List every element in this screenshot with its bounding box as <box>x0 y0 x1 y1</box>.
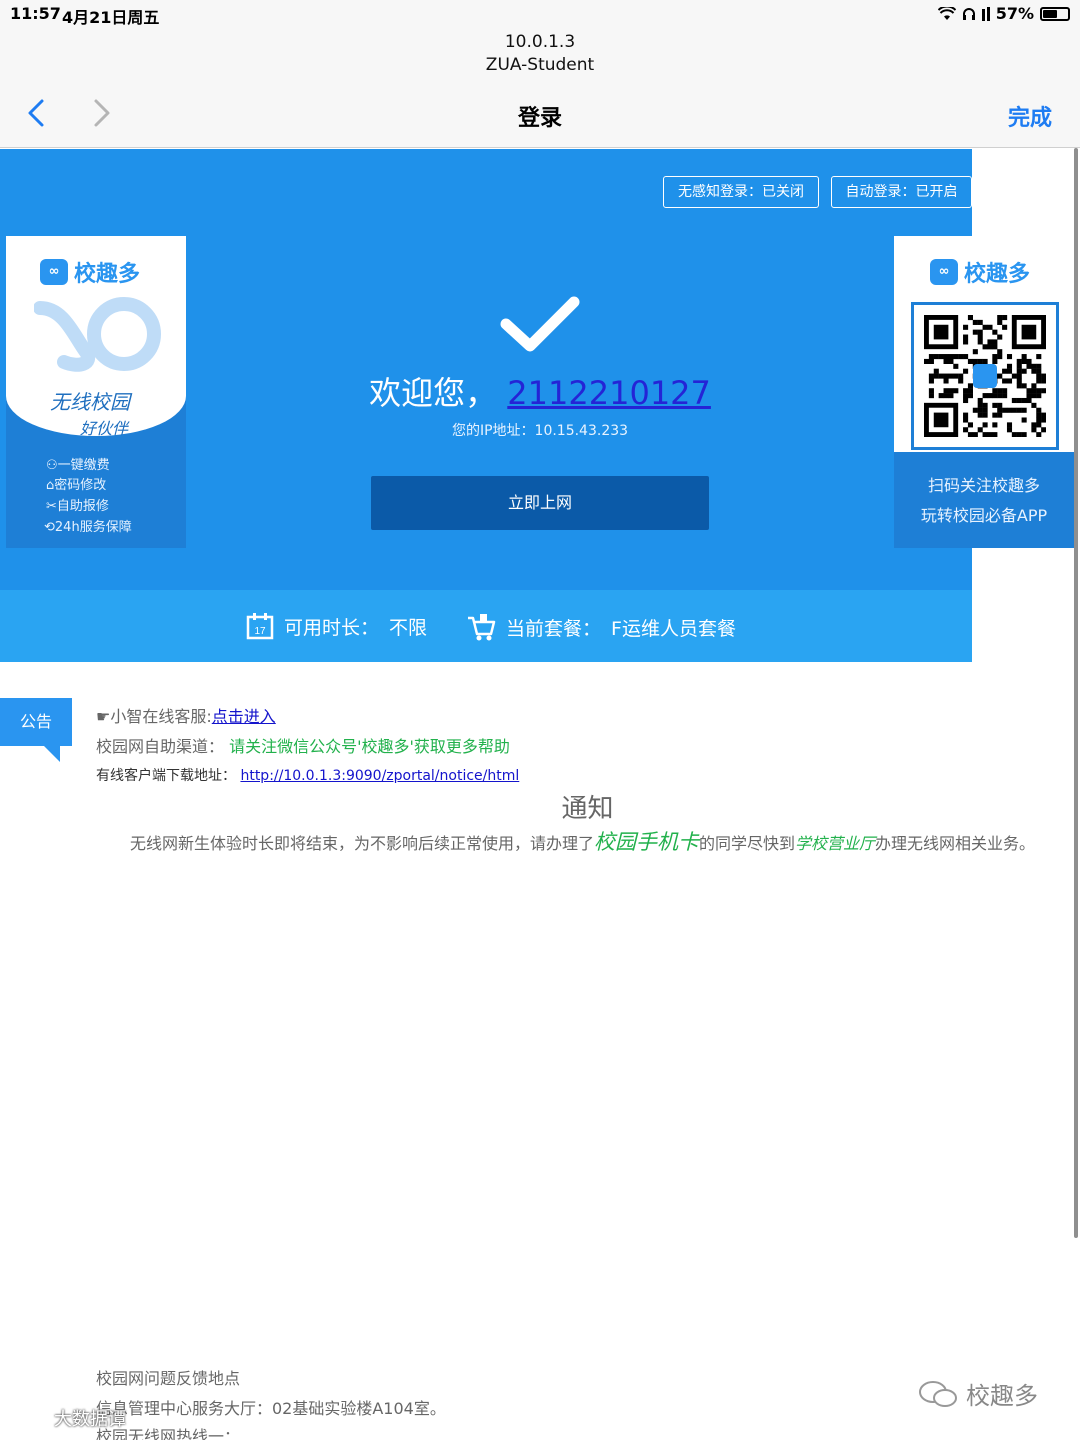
page-title: 登录 <box>517 106 562 131</box>
battery-fill <box>1043 9 1057 18</box>
download-line: 有线客户端下载地址： http://10.0.1.3:9090/zportal/… <box>96 765 519 785</box>
signal-icon <box>981 6 990 21</box>
notice-title: 通知 <box>561 794 614 824</box>
ad-left-feature: ⌂密码修改 <box>46 478 107 493</box>
wifi-icon <box>937 6 956 20</box>
self-service-label: 校园网自助渠道： <box>96 737 225 756</box>
network-name: ZUA-Student <box>485 55 595 75</box>
duration-label: 可用时长： <box>284 616 380 639</box>
headphones-icon <box>962 7 975 20</box>
ad-left-feature: ⚇一键缴费 <box>46 458 110 473</box>
service-link[interactable]: 点击进入 <box>212 707 276 726</box>
ad-right-brand-text: 校趣多 <box>964 262 1031 287</box>
download-label: 有线客户端下载地址： <box>96 768 236 784</box>
self-service-text: 请关注微信公众号'校趣多'获取更多帮助 <box>229 737 510 756</box>
status-bar: 11:57 4月21日周五 57% <box>0 0 1080 28</box>
welcome-prefix: 欢迎您， <box>369 374 498 412</box>
host-address: 10.0.1.3 <box>504 32 576 52</box>
brand-logo-icon: ∞ <box>40 259 68 285</box>
ip-label: 您的IP地址： <box>451 423 535 439</box>
ip-value: 10.15.43.233 <box>534 423 629 439</box>
battery-percent: 57% <box>995 4 1034 23</box>
notice-badge: 公告 <box>0 698 72 746</box>
status-time: 11:57 <box>10 4 61 23</box>
service-line: ☛小智在线客服:点击进入 <box>96 703 276 727</box>
watermark-right: 校趣多 <box>918 1376 1038 1411</box>
checkmark-icon <box>500 296 580 352</box>
download-url-link[interactable]: http://10.0.1.3:9090/zportal/notice/html <box>240 768 519 784</box>
package-info: 当前套餐： F运维人员套餐 <box>466 612 736 642</box>
senseless-login-toggle[interactable]: 无感知登录：已关闭 <box>663 176 819 208</box>
auto-login-toggle[interactable]: 自动登录：已开启 <box>831 176 972 208</box>
scrollbar[interactable] <box>1074 148 1078 1238</box>
browser-nav-bar: 10.0.1.3 ZUA-Student 登录 完成 <box>0 28 1080 148</box>
ip-address-line: 您的IP地址：10.15.43.233 <box>0 420 1080 440</box>
done-button[interactable]: 完成 <box>1008 100 1052 132</box>
ad-left-brand: ∞ 校趣多 <box>40 256 140 288</box>
welcome-message: 欢迎您， 2112210127 <box>0 368 1080 414</box>
duration-info: 17 可用时长： 不限 <box>246 612 427 640</box>
duration-value: 不限 <box>389 616 428 639</box>
ad-left-brand-text: 校趣多 <box>74 262 141 287</box>
status-date: 4月21日周五 <box>62 8 160 27</box>
footer-feedback-title: 校园网问题反馈地点 <box>96 1369 241 1388</box>
infinity-logo-icon <box>34 297 161 372</box>
service-label: ☛小智在线客服: <box>96 707 212 726</box>
campus-sim-highlight: 校园手机卡 <box>594 830 700 854</box>
package-label: 当前套餐： <box>506 617 602 640</box>
campus-store-highlight: 学校营业厅 <box>795 834 876 853</box>
ad-left-feature: ⟲24h服务保障 <box>44 520 132 535</box>
svg-text:17: 17 <box>254 626 266 637</box>
ad-left-feature: ✂自助报修 <box>46 499 109 514</box>
footer-service-hall: 信息管理中心服务大厅：02基础实验楼A104室。 <box>96 1399 446 1418</box>
package-value: F运维人员套餐 <box>611 617 736 640</box>
account-info-bar: 17 可用时长： 不限 当前套餐： F运维人员套餐 <box>0 590 972 662</box>
watermark-left-text: 大数据谭 <box>54 1409 126 1430</box>
calendar-icon: 17 <box>246 613 274 640</box>
go-online-button[interactable]: 立即上网 <box>371 476 709 530</box>
ad-right-caption-2: 玩转校园必备APP <box>920 506 1048 525</box>
notice-body: 无线网新生体验时长即将结束，为不影响后续正常使用，请办理了校园手机卡的同学尽快到… <box>130 830 1036 854</box>
username-link[interactable]: 2112210127 <box>507 374 711 412</box>
notice-badge-tail <box>44 746 60 762</box>
ad-right-brand: ∞ 校趣多 <box>930 256 1030 288</box>
battery-icon <box>1040 6 1070 21</box>
shopping-cart-icon <box>468 614 496 641</box>
watermark-left: 大数据谭 <box>8 1405 126 1431</box>
self-service-line: 校园网自助渠道： 请关注微信公众号'校趣多'获取更多帮助 <box>96 733 510 757</box>
status-right: 57% <box>937 4 1070 23</box>
watermark-right-text: 校趣多 <box>966 1382 1038 1410</box>
watermark-logo-icon <box>10 1411 46 1427</box>
wechat-icon <box>919 1380 957 1407</box>
brand-logo-icon: ∞ <box>930 259 958 285</box>
ad-right-caption-1: 扫码关注校趣多 <box>927 476 1040 495</box>
